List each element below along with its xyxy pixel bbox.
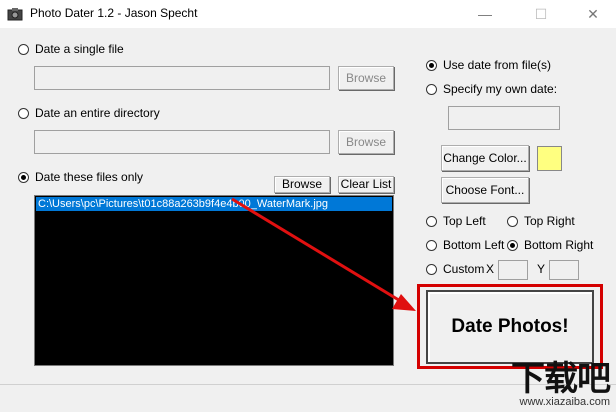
window-title: Photo Dater 1.2 - Jason Specht — [30, 6, 198, 20]
watermark-logo: 下载吧 — [511, 359, 611, 399]
maximize-icon[interactable]: ☐ — [518, 0, 564, 28]
site-watermark: 下载吧 www.xiazaiba.com — [511, 359, 611, 408]
title-bar: Photo Dater 1.2 - Jason Specht — ☐ ✕ — [0, 0, 616, 28]
close-icon[interactable]: ✕ — [570, 0, 616, 28]
main-panel: Date a single file Browse Date an entire… — [0, 28, 616, 412]
minimize-icon[interactable]: — — [462, 0, 508, 28]
camera-icon — [7, 8, 23, 21]
watermark-url: www.xiazaiba.com — [519, 396, 610, 408]
annotation-arrow — [231, 197, 416, 311]
